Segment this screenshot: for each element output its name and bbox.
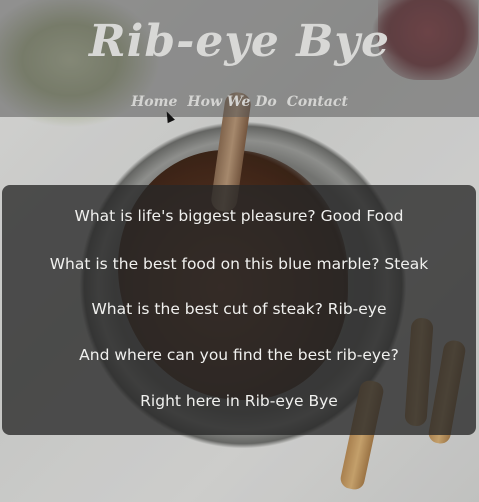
site-title: Rib-eye Bye: [89, 16, 390, 67]
intro-line: What is the best cut of steak? Rib-eye: [91, 300, 387, 318]
intro-line: What is life's biggest pleasure? Good Fo…: [74, 207, 404, 225]
intro-panel: What is life's biggest pleasure? Good Fo…: [2, 185, 476, 435]
intro-line: Right here in Rib-eye Bye: [140, 392, 338, 410]
intro-line: What is the best food on this blue marbl…: [49, 255, 429, 273]
intro-line: And where can you find the best rib-eye?: [79, 346, 399, 364]
nav-link-how-we-do[interactable]: How We Do: [187, 94, 276, 110]
nav-link-home[interactable]: Home: [131, 94, 177, 110]
main-nav: Home How We Do Contact: [0, 94, 479, 110]
site-header: Rib-eye Bye Home How We Do Contact: [0, 0, 479, 117]
nav-link-contact[interactable]: Contact: [287, 94, 348, 110]
